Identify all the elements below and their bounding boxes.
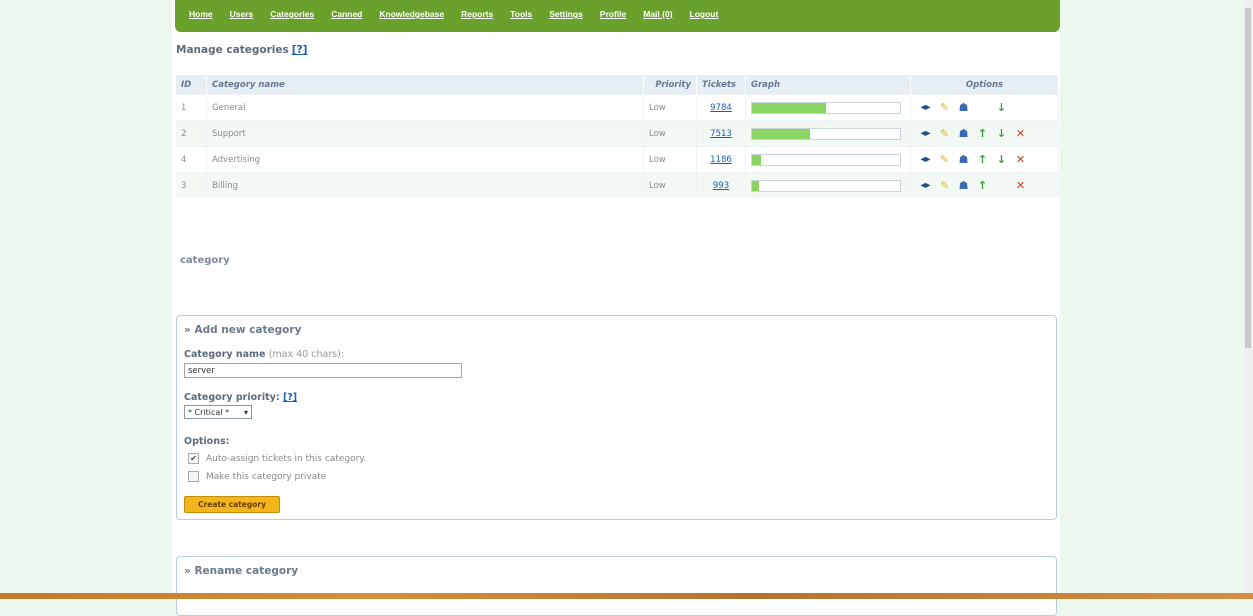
- row-name: Support: [206, 120, 644, 147]
- rename-category-title[interactable]: » Rename category: [184, 565, 1056, 577]
- down-arrow-icon[interactable]: ↓: [992, 127, 1011, 140]
- auto-assign-row: ✔ Auto-assign tickets in this category.: [188, 453, 366, 464]
- table-row: 4 Advertising Low 1186 ◂▸ ✎ ☗ ↑ ↓ ✕: [176, 146, 1059, 173]
- user-icon[interactable]: ☗: [954, 127, 973, 140]
- col-priority[interactable]: Priority: [643, 75, 697, 95]
- categories-table: ID Category name Priority Tickets Graph …: [176, 75, 1059, 198]
- row-options: ◂▸ ✎ ☗ ↑ ↓ ✕: [916, 153, 1053, 166]
- category-section-label: category: [180, 255, 230, 266]
- row-options: ◂▸✎☗·↓·: [916, 101, 1053, 114]
- col-options: Options: [910, 75, 1059, 95]
- category-priority-select[interactable]: * Critical * ▾: [184, 405, 252, 419]
- nav-home[interactable]: Home: [189, 9, 213, 19]
- rename-category-panel: » Rename category: [176, 556, 1057, 616]
- private-checkbox[interactable]: [188, 471, 199, 482]
- row-tickets-link[interactable]: 993: [713, 181, 729, 191]
- col-graph: Graph: [745, 75, 911, 95]
- category-priority-label: Category priority: [?]: [184, 392, 298, 403]
- options-label: Options:: [184, 436, 230, 447]
- graph-bar: [751, 153, 901, 166]
- delete-icon[interactable]: ✕: [1011, 153, 1030, 166]
- nav-logout[interactable]: Logout: [690, 9, 719, 19]
- add-category-title[interactable]: » Add new category: [184, 324, 1056, 336]
- user-icon[interactable]: ☗: [954, 179, 973, 192]
- table-row: 1GeneralLow 9784 ◂▸✎☗·↓·: [176, 94, 1059, 121]
- delete-icon[interactable]: ✕: [1011, 179, 1030, 192]
- col-name[interactable]: Category name: [206, 75, 644, 95]
- category-name-input[interactable]: [184, 363, 462, 378]
- down-arrow-icon[interactable]: ↓: [992, 153, 1011, 166]
- nav-mail[interactable]: Mail (0): [643, 9, 672, 19]
- delete-icon[interactable]: ✕: [1011, 127, 1030, 140]
- manage-help-link[interactable]: [?]: [292, 44, 308, 56]
- bulb-icon[interactable]: ✎: [935, 179, 954, 192]
- add-category-panel: » Add new category Category name (max 40…: [176, 315, 1057, 520]
- user-icon[interactable]: ☗: [954, 101, 973, 114]
- col-id[interactable]: ID: [176, 75, 207, 95]
- row-priority: Low: [643, 94, 697, 121]
- scrollbar-thumb[interactable]: [1245, 8, 1251, 348]
- nav-canned[interactable]: Canned: [331, 9, 362, 19]
- graph-bar-fill: [752, 180, 760, 191]
- row-tickets-link[interactable]: 1186: [710, 155, 732, 165]
- row-name: General: [206, 94, 644, 121]
- graph-bar-fill: [752, 154, 761, 165]
- auto-assign-label: Auto-assign tickets in this category.: [206, 453, 367, 464]
- bulb-icon[interactable]: ✎: [935, 127, 954, 140]
- nav-knowledgebase[interactable]: Knowledgebase: [379, 9, 444, 19]
- category-name-label: Category name (max 40 chars):: [184, 349, 345, 360]
- auto-assign-checkbox[interactable]: ✔: [188, 453, 199, 464]
- nav-profile[interactable]: Profile: [600, 9, 626, 19]
- row-id: 3: [176, 172, 207, 198]
- nav-categories[interactable]: Categories: [270, 9, 314, 19]
- row-tickets-link[interactable]: 9784: [710, 103, 732, 113]
- bulb-icon[interactable]: ✎: [935, 101, 954, 114]
- chevron-down-icon: ▾: [243, 407, 248, 417]
- nav-tools[interactable]: Tools: [510, 9, 532, 19]
- row-tickets-link[interactable]: 7513: [710, 129, 732, 139]
- arrows-icon[interactable]: ◂▸: [916, 128, 935, 139]
- row-priority: Low: [643, 172, 697, 198]
- user-icon[interactable]: ☗: [954, 153, 973, 166]
- private-row: Make this category private: [188, 471, 326, 482]
- nav-settings[interactable]: Settings: [549, 9, 583, 19]
- top-navigation: Home Users Categories Canned Knowledgeba…: [175, 0, 1060, 32]
- down-arrow-icon[interactable]: ↓: [992, 101, 1011, 114]
- row-name: Billing: [206, 172, 644, 198]
- table-row: 3BillingLow 993 ◂▸✎☗↑·✕: [176, 172, 1059, 198]
- col-tickets[interactable]: Tickets: [696, 75, 746, 95]
- private-label: Make this category private: [206, 471, 327, 482]
- up-arrow-icon[interactable]: ↑: [973, 127, 992, 140]
- vertical-scrollbar[interactable]: [1243, 0, 1253, 593]
- graph-bar: [751, 179, 901, 192]
- row-name: Advertising: [206, 146, 644, 173]
- manage-categories-heading: Manage categories [?]: [176, 44, 307, 56]
- table-row: 2 Support Low 7513 ◂▸ ✎ ☗ ↑ ↓ ✕: [176, 120, 1059, 147]
- graph-bar-fill: [752, 128, 810, 139]
- arrows-icon[interactable]: ◂▸: [916, 102, 935, 113]
- arrows-icon[interactable]: ◂▸: [916, 180, 935, 191]
- taskbar: [0, 593, 1253, 599]
- graph-bar-fill: [752, 102, 826, 113]
- arrows-icon[interactable]: ◂▸: [916, 154, 935, 165]
- row-priority: Low: [643, 146, 697, 173]
- create-category-button[interactable]: Create category: [184, 496, 280, 513]
- row-id: 4: [176, 146, 207, 173]
- up-arrow-icon[interactable]: ↑: [973, 179, 992, 192]
- row-priority: Low: [643, 120, 697, 147]
- graph-bar: [751, 101, 901, 114]
- graph-bar: [751, 127, 901, 140]
- bulb-icon[interactable]: ✎: [935, 153, 954, 166]
- row-id: 2: [176, 120, 207, 147]
- row-options: ◂▸ ✎ ☗ ↑ ↓ ✕: [916, 127, 1053, 140]
- nav-reports[interactable]: Reports: [461, 9, 493, 19]
- row-options: ◂▸✎☗↑·✕: [916, 179, 1053, 192]
- up-arrow-icon[interactable]: ↑: [973, 153, 992, 166]
- row-id: 1: [176, 94, 207, 121]
- manage-title: Manage categories: [176, 44, 289, 56]
- nav-users[interactable]: Users: [230, 9, 254, 19]
- priority-help-link[interactable]: [?]: [283, 392, 297, 403]
